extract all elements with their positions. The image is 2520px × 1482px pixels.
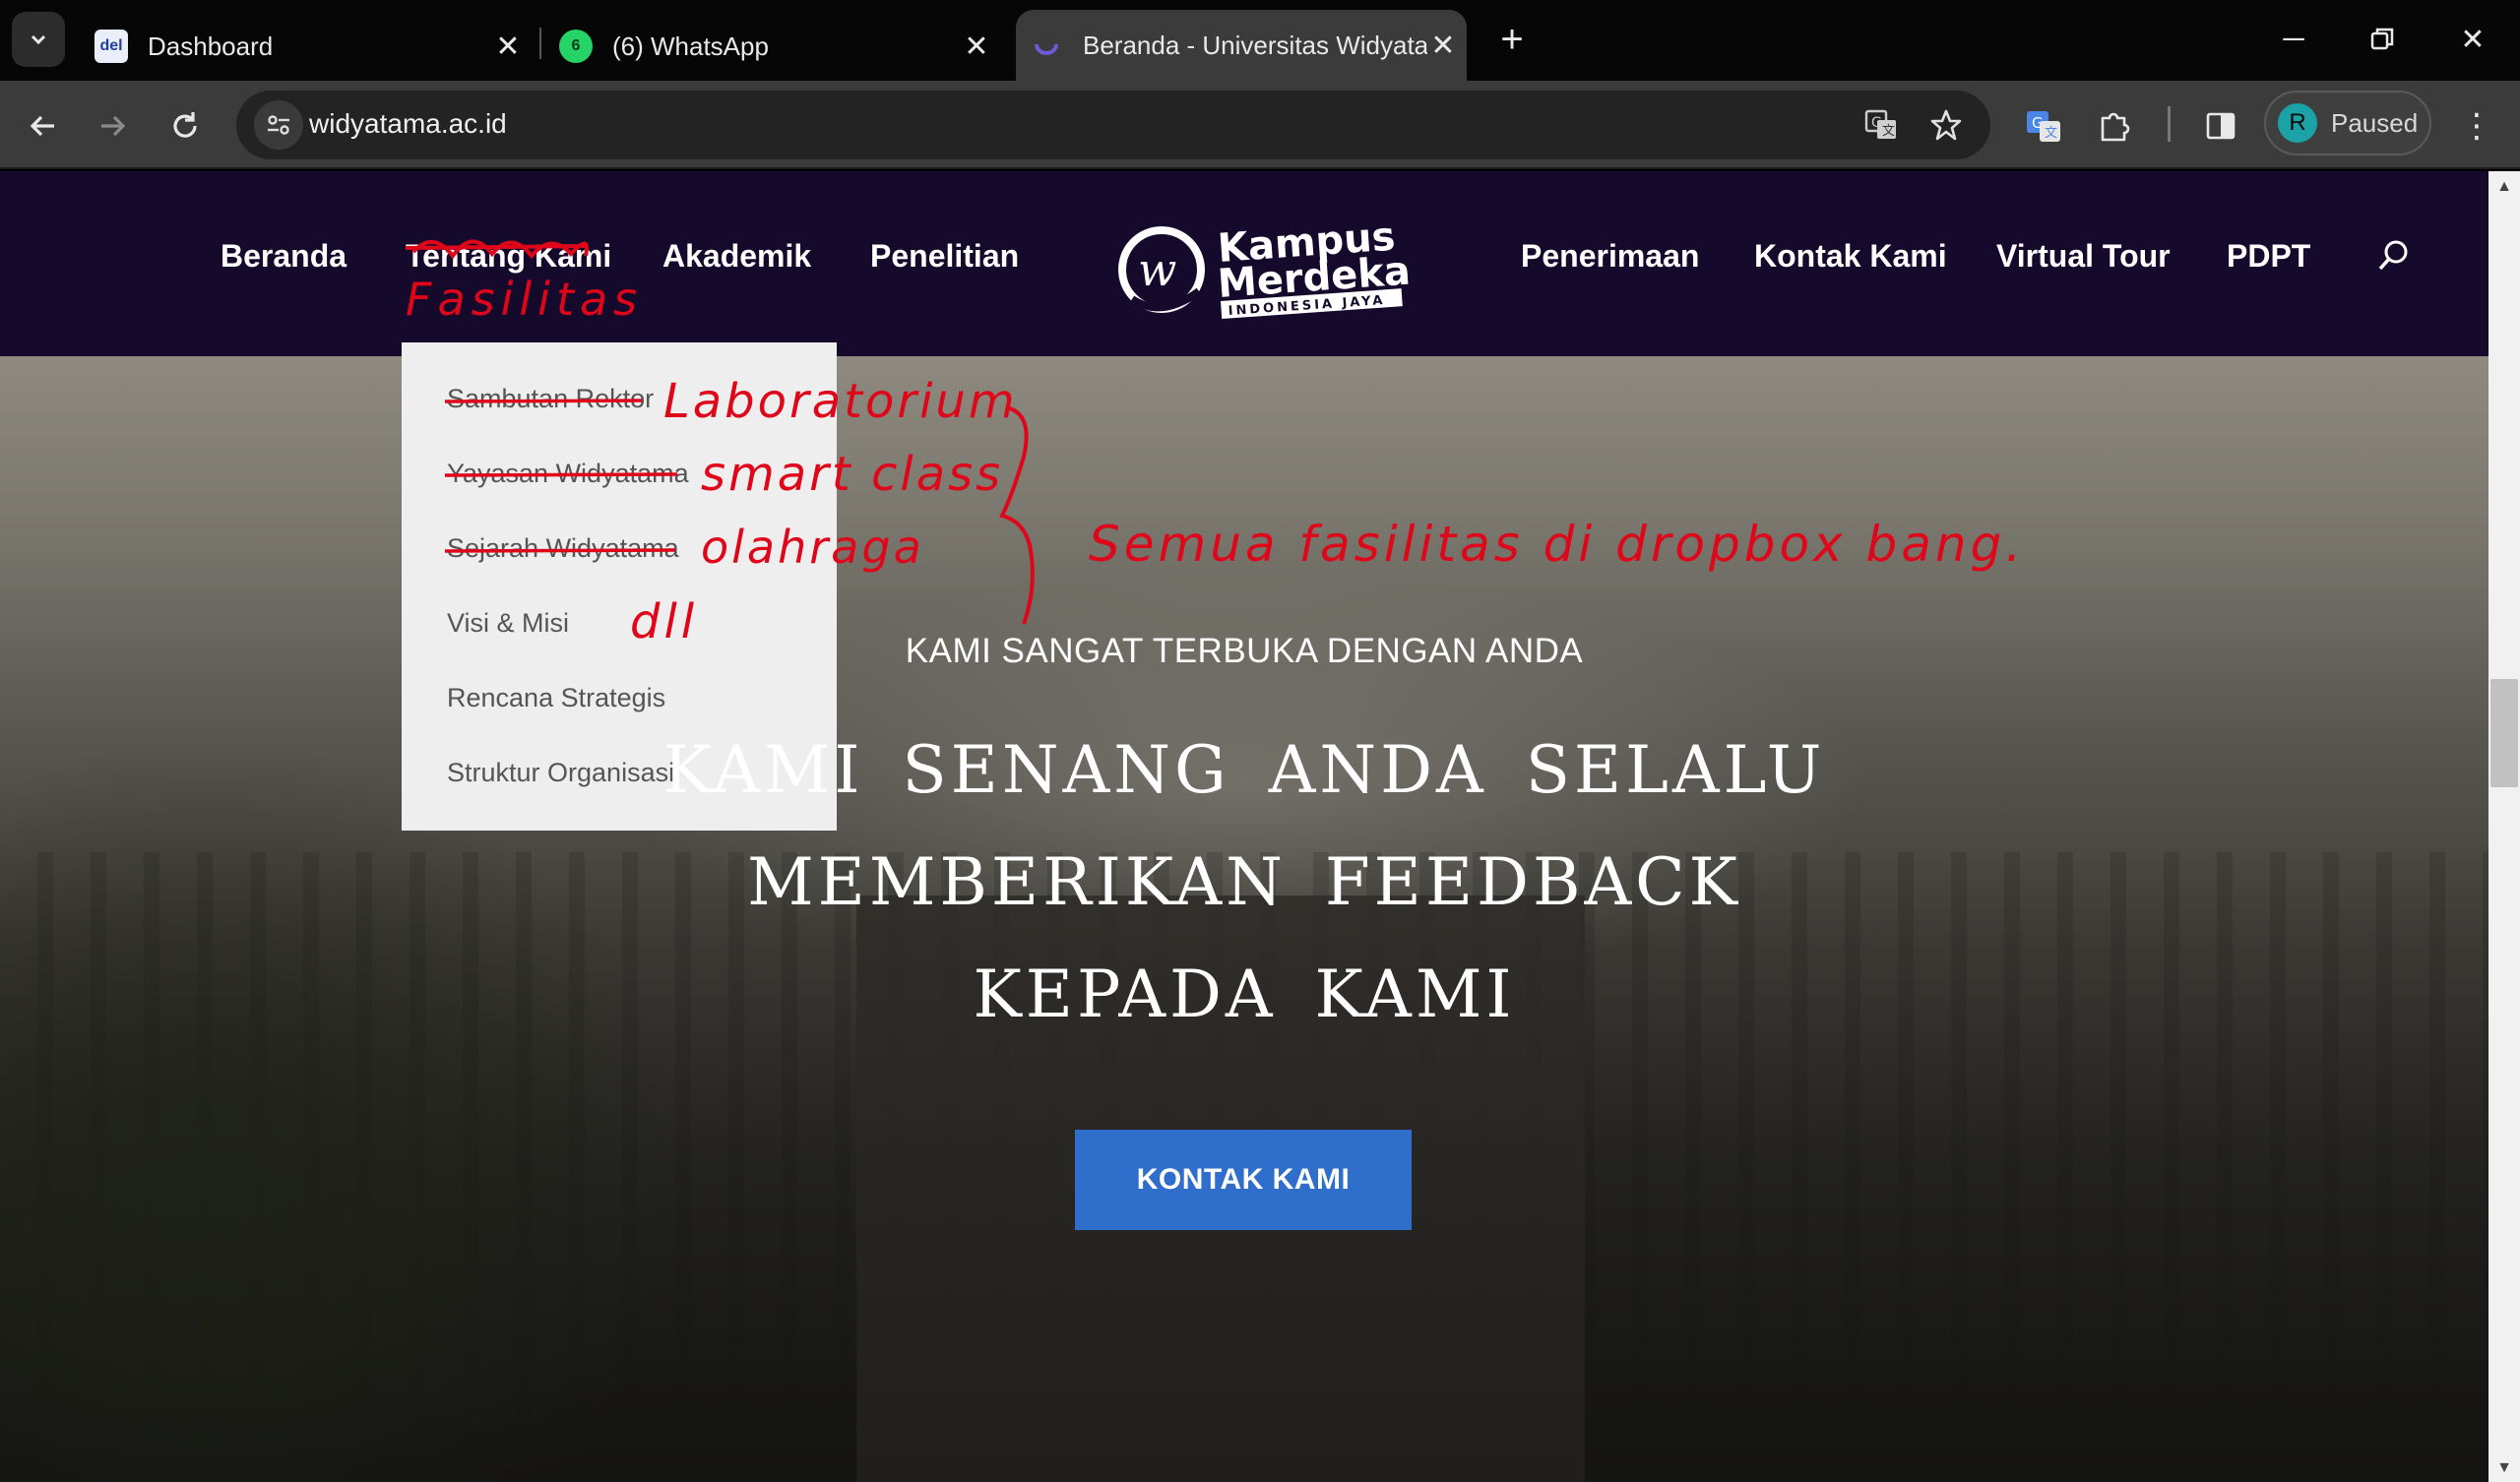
browser-toolbar: widyatama.ac.id G文 (0, 81, 2520, 169)
nav-penelitian[interactable]: Penelitian (870, 238, 1019, 275)
translate-icon[interactable]: G文 (1860, 104, 1902, 146)
kontak-kami-button[interactable]: KONTAK KAMI (1075, 1130, 1412, 1230)
nav-virtual-tour[interactable]: Virtual Tour (1996, 238, 2171, 275)
hero-title-line-2: MEMBERIKAN FEEDBACK (747, 844, 1741, 920)
kampus-merdeka-logo[interactable]: w Kampus Merdeka INDONESIA JAYA (1114, 209, 1410, 327)
address-bar[interactable]: widyatama.ac.id G文 (236, 91, 1990, 159)
hero-title-line-1: KAMI SENANG ANDA SELALU (662, 732, 1826, 808)
widyatama-favicon-icon (1030, 29, 1063, 62)
chevron-down-icon (31, 34, 46, 45)
restore-icon (2370, 28, 2394, 50)
scrollbar-thumb[interactable] (2490, 679, 2518, 787)
web-page: Beranda Tentang Kami Akademik Penelitian… (0, 171, 2488, 1482)
reload-button[interactable] (161, 102, 209, 150)
forward-button[interactable] (89, 102, 136, 150)
dropdown-item-sambutan-rektor[interactable]: Sambutan Rektor (447, 384, 654, 414)
profile-status: Paused (2331, 107, 2419, 138)
reload-icon (173, 112, 197, 138)
dashboard-favicon-icon: del (94, 30, 128, 63)
avatar: R (2278, 103, 2317, 143)
new-tab-button[interactable]: + (1490, 18, 1534, 61)
hero-subtitle: KAMI SANGAT TERBUKA DENGAN ANDA (905, 632, 1584, 670)
scroll-down-arrow-icon[interactable]: ▼ (2496, 1459, 2512, 1476)
nav-tentang-kami[interactable]: Tentang Kami (406, 238, 611, 275)
url-text[interactable]: widyatama.ac.id (309, 108, 507, 140)
dropdown-item-yayasan-widyatama[interactable]: Yayasan Widyatama (447, 459, 689, 489)
minimize-button[interactable]: ─ (2264, 14, 2323, 65)
svg-text:w: w (1138, 243, 1176, 296)
tab-strip: del Dashboard ✕ 6 (6) WhatsApp ✕ Beranda… (0, 0, 2520, 81)
side-panel-icon[interactable] (2197, 102, 2244, 150)
close-icon[interactable]: ✕ (1427, 30, 1459, 62)
toolbar-divider (2168, 106, 2171, 142)
svg-text:文: 文 (2045, 126, 2057, 141)
svg-text:文: 文 (1882, 124, 1895, 139)
nav-beranda[interactable]: Beranda (220, 238, 346, 275)
extensions-puzzle-icon[interactable] (2091, 102, 2138, 150)
tab-title: Beranda - Universitas Widyatama (1083, 30, 1427, 60)
search-icon[interactable] (2374, 236, 2414, 276)
dropdown-item-rencana-strategis[interactable]: Rencana Strategis (447, 683, 665, 713)
arrow-left-icon (30, 115, 54, 137)
close-window-button[interactable]: ✕ (2443, 14, 2502, 65)
dropdown-item-sejarah-widyatama[interactable]: Sejarah Widyatama (447, 533, 679, 564)
tab-title: Dashboard (148, 31, 274, 61)
tab-dashboard[interactable]: del Dashboard ✕ (91, 12, 524, 81)
page-scrollbar[interactable] (2488, 171, 2520, 1482)
whatsapp-icon: 6 (559, 30, 593, 63)
back-button[interactable] (20, 102, 67, 150)
hero-title-line-3: KEPADA KAMI (973, 957, 1516, 1032)
tab-title: (6) WhatsApp (612, 31, 769, 61)
nav-kontak-kami[interactable]: Kontak Kami (1754, 238, 1947, 275)
nav-akademik[interactable]: Akademik (662, 238, 811, 275)
close-icon[interactable]: ✕ (492, 31, 524, 63)
restore-button[interactable] (2353, 14, 2412, 65)
bookmark-star-icon[interactable] (1925, 104, 1967, 146)
nav-penerimaan[interactable]: Penerimaan (1521, 238, 1699, 275)
site-info-button[interactable] (254, 100, 303, 150)
tune-icon (268, 115, 289, 135)
profile-button[interactable]: R Paused (2264, 91, 2431, 155)
tab-widyatama[interactable]: Beranda - Universitas Widyatama ✕ (1016, 10, 1467, 81)
tab-search-button[interactable] (12, 12, 65, 67)
arrow-right-icon (101, 115, 126, 137)
close-icon[interactable]: ✕ (961, 31, 992, 63)
tab-divider (539, 28, 541, 59)
site-navigation: Beranda Tentang Kami Akademik Penelitian… (0, 171, 2488, 356)
google-translate-extension-icon[interactable]: G文 (2020, 102, 2067, 150)
nav-pdpt[interactable]: PDPT (2227, 238, 2310, 275)
tab-whatsapp[interactable]: 6 (6) WhatsApp ✕ (559, 12, 992, 81)
menu-dots-icon[interactable]: ⋮ (2453, 102, 2500, 150)
scroll-up-arrow-icon[interactable]: ▲ (2496, 178, 2512, 195)
